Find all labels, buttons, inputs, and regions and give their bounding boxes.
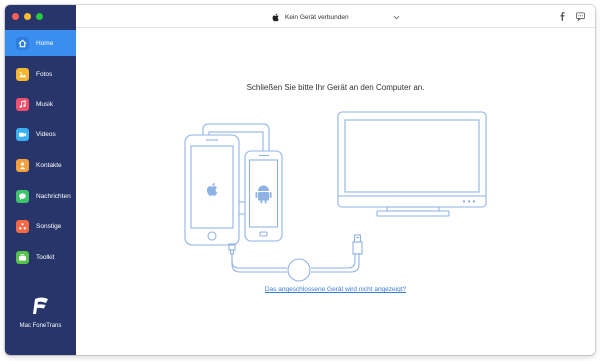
top-bar: Kein Gerät verbunden	[76, 5, 595, 28]
sidebar-item-label: Home	[36, 39, 54, 47]
device-not-shown-link[interactable]: Das angeschlossene Gerät wird nicht ange…	[76, 286, 595, 293]
home-icon	[16, 36, 29, 50]
sidebar-item-music[interactable]: Musik	[5, 91, 76, 117]
sidebar: Home Fotos Musik Videos Kontakte Nachric…	[5, 5, 76, 355]
page-title: Schließen Sie bitte Ihr Gerät an den Com…	[246, 83, 425, 92]
music-icon	[16, 97, 29, 111]
sidebar-item-home[interactable]: Home	[5, 30, 76, 56]
minimize-window-button[interactable]	[24, 13, 31, 20]
sidebar-item-label: Videos	[36, 130, 56, 138]
sidebar-item-contacts[interactable]: Kontakte	[5, 152, 76, 178]
close-window-button[interactable]	[12, 13, 19, 20]
sidebar-item-label: Toolkit	[36, 253, 55, 261]
sidebar-item-videos[interactable]: Videos	[5, 121, 76, 147]
connect-device-illustration	[184, 111, 487, 282]
device-selector[interactable]: Kein Gerät verbunden	[272, 10, 400, 24]
sidebar-item-photos[interactable]: Fotos	[5, 61, 76, 87]
sidebar-item-label: Musik	[36, 100, 53, 108]
monitor-buttons	[462, 200, 476, 203]
sidebar-item-messages[interactable]: Nachrichten	[5, 183, 76, 209]
messages-icon	[16, 189, 29, 203]
other-icon	[16, 219, 29, 233]
app-window: Home Fotos Musik Videos Kontakte Nachric…	[5, 5, 595, 355]
toolkit-icon	[16, 250, 29, 264]
apple-icon	[272, 13, 279, 21]
contacts-icon	[16, 158, 29, 172]
app-name: Mac FoneTrans	[19, 323, 62, 329]
photos-icon	[16, 67, 29, 81]
sidebar-item-label: Nachrichten	[36, 192, 71, 200]
chevron-down-icon	[393, 15, 400, 19]
usb-cable-icon	[228, 234, 363, 282]
window-controls	[12, 13, 43, 20]
sidebar-item-toolkit[interactable]: Toolkit	[5, 244, 76, 270]
facebook-icon[interactable]	[558, 12, 567, 21]
main-content: Schließen Sie bitte Ihr Gerät an den Com…	[76, 28, 595, 355]
fonetrans-logo-icon	[33, 297, 48, 314]
video-icon	[16, 127, 29, 141]
device-label: Kein Gerät verbunden	[285, 13, 349, 21]
sidebar-item-other[interactable]: Sonstige	[5, 213, 76, 239]
zoom-window-button[interactable]	[36, 13, 43, 20]
sidebar-item-label: Sonstige	[36, 222, 62, 230]
sidebar-item-label: Kontakte	[36, 161, 62, 169]
sidebar-item-label: Fotos	[36, 70, 53, 78]
chat-icon[interactable]	[576, 12, 585, 21]
